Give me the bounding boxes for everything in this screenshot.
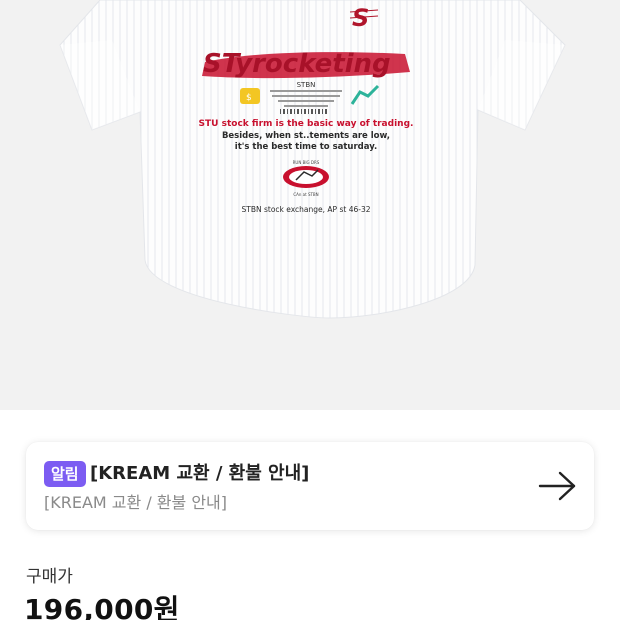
price-value: 196,000원 [24, 593, 180, 620]
shirt-body [59, 0, 566, 319]
product-image[interactable]: S STyrocketing STBN $ STU stock firm is … [0, 0, 620, 410]
notice-title: [KREAM 교환 / 환불 안내] [90, 463, 310, 484]
print-title: STyrocketing [203, 49, 391, 79]
print-line-1: STU stock firm is the basic way of tradi… [199, 119, 414, 129]
print-line-3: it's the best time to saturday. [235, 142, 377, 152]
print-mark-bottom: CAn at STBN [293, 192, 318, 197]
notice-subtitle: [KREAM 교환 / 환불 안내] [44, 493, 228, 512]
print-subtitle: STBN [297, 81, 316, 89]
arrow-right-icon[interactable] [538, 468, 578, 504]
product-page: S STyrocketing STBN $ STU stock firm is … [0, 0, 620, 620]
price-label: 구매가 [26, 567, 73, 587]
coin-icon-symbol: $ [246, 93, 252, 103]
notice-badge: 알림 [44, 461, 86, 487]
print-footer: STBN stock exchange, AP st 46-32 [242, 205, 371, 214]
exchange-refund-notice[interactable]: 알림 [KREAM 교환 / 환불 안내] [KREAM 교환 / 환불 안내] [26, 442, 594, 530]
print-mark-top: RUN BIG DRS [293, 160, 320, 165]
shirt-graphic: S STyrocketing STBN $ STU stock firm is … [59, 0, 566, 319]
print-line-2: Besides, when st..tements are low, [222, 131, 390, 141]
